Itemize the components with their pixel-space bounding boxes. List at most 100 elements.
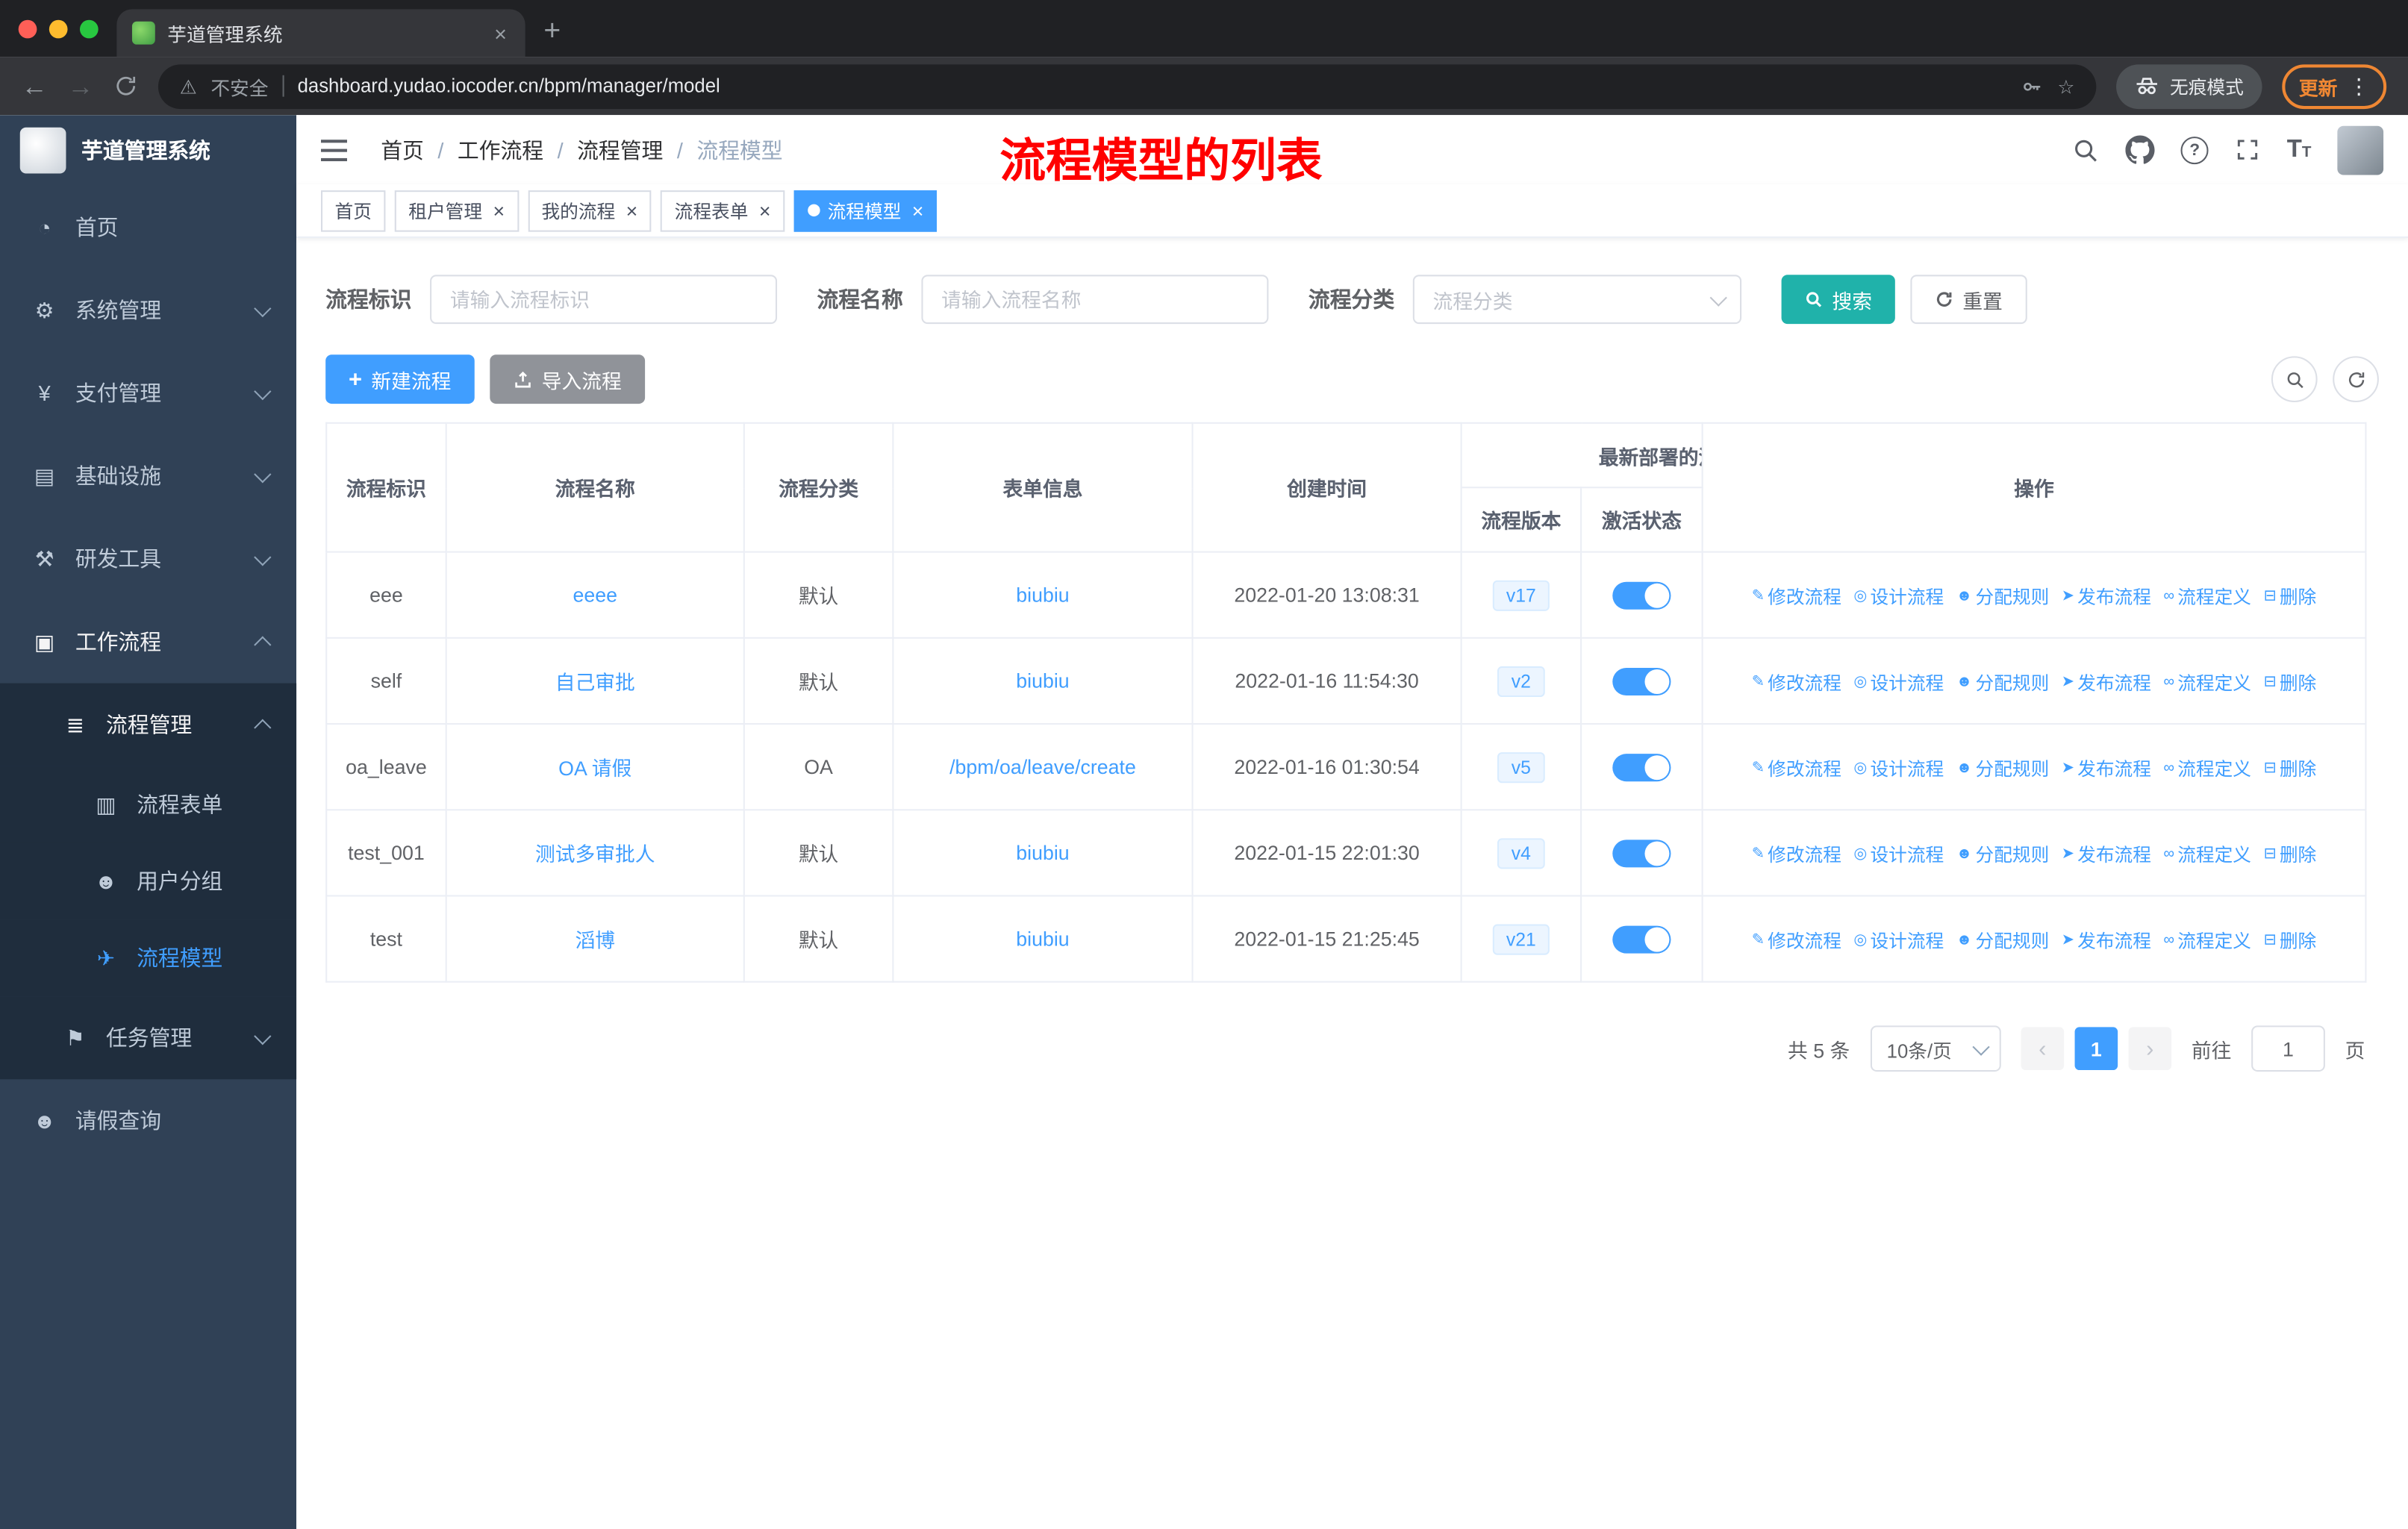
sidebar-item-system[interactable]: ⚙ 系统管理 [0,269,296,351]
sidebar-item-process-mgmt[interactable]: ≣ 流程管理 [0,683,297,766]
view-tag[interactable]: 流程模型 × [793,190,938,231]
zoom-window-button[interactable] [79,19,99,39]
tag-close-icon[interactable]: × [626,200,638,220]
breadcrumb-workflow[interactable]: 工作流程 [458,134,543,165]
filter-id-input[interactable] [430,275,778,325]
form-link[interactable]: biubiu [1016,584,1069,607]
action-modify-link[interactable]: ✎ 修改流程 [1752,754,1841,781]
sidebar-item-user-group[interactable]: ☻ 用户分组 [0,842,297,920]
browser-update-button[interactable]: 更新 ⋮ [2282,63,2387,109]
search-button[interactable]: 搜索 [1781,275,1895,325]
import-process-button[interactable]: 导入流程 [489,354,645,404]
window-controls[interactable] [18,19,99,39]
form-link[interactable]: /bpm/oa/leave/create [949,755,1136,778]
browser-menu-icon[interactable]: ⋮ [2348,73,2370,99]
sidebar-item-infrastructure[interactable]: ▤ 基础设施 [0,434,296,517]
action-design-link[interactable]: ◎ 设计流程 [1853,927,1944,953]
form-link[interactable]: biubiu [1016,841,1069,864]
action-design-link[interactable]: ◎ 设计流程 [1853,754,1944,781]
action-publish-link[interactable]: ➤ 发布流程 [2062,840,2151,866]
sidebar-item-task-mgmt[interactable]: ⚑ 任务管理 [0,996,297,1080]
tag-close-icon[interactable]: × [493,200,505,220]
action-design-link[interactable]: ◎ 设计流程 [1853,583,1944,609]
action-definition-link[interactable]: ∞ 流程定义 [2163,927,2251,953]
help-icon[interactable]: ? [2180,136,2209,164]
action-assign-link[interactable]: ☻ 分配规则 [1956,669,2050,695]
address-bar[interactable]: ⚠ 不安全 dashboard.yudao.iocoder.cn/bpm/man… [157,63,2097,109]
action-modify-link[interactable]: ✎ 修改流程 [1752,927,1841,953]
process-name-link[interactable]: 滔博 [575,929,615,952]
view-tag[interactable]: 租户管理 × [394,190,519,231]
sidebar-item-payment[interactable]: ¥ 支付管理 [0,351,296,434]
active-toggle[interactable] [1612,666,1671,695]
action-modify-link[interactable]: ✎ 修改流程 [1752,583,1841,609]
sidebar-item-leave-query[interactable]: ☻ 请假查询 [0,1079,296,1162]
goto-page-input[interactable] [2251,1025,2325,1072]
action-assign-link[interactable]: ☻ 分配规则 [1956,583,2050,609]
url-text[interactable]: dashboard.yudao.iocoder.cn/bpm/manager/m… [298,75,2007,97]
action-definition-link[interactable]: ∞ 流程定义 [2163,583,2251,609]
action-delete-link[interactable]: ⊟ 删除 [2263,583,2316,609]
action-modify-link[interactable]: ✎ 修改流程 [1752,669,1841,695]
new-tab-button[interactable]: + [543,16,561,49]
process-name-link[interactable]: 自己审批 [555,671,635,694]
form-link[interactable]: biubiu [1016,928,1069,951]
action-assign-link[interactable]: ☻ 分配规则 [1956,840,2050,866]
form-link[interactable]: biubiu [1016,669,1069,692]
create-process-button[interactable]: + 新建流程 [325,354,475,404]
view-tag[interactable]: 我的流程 × [527,190,652,231]
view-tag[interactable]: 流程表单 × [661,190,785,231]
process-name-link[interactable]: eeee [573,584,617,607]
minimize-window-button[interactable] [49,19,68,39]
fullscreen-icon[interactable] [2235,137,2261,163]
active-toggle[interactable] [1612,839,1671,867]
back-button[interactable]: ← [22,73,48,99]
filter-category-select[interactable]: 流程分类 [1412,275,1742,325]
search-icon[interactable] [2072,136,2100,163]
sidebar-item-process-model[interactable]: ✈ 流程模型 [0,919,297,997]
tab-close-icon[interactable]: × [491,21,510,46]
sidebar-item-devtools[interactable]: ⚒ 研发工具 [0,517,296,600]
active-toggle[interactable] [1612,581,1671,609]
font-size-icon[interactable]: TT [2287,137,2312,162]
next-page-button[interactable]: › [2128,1027,2172,1071]
view-tag[interactable]: 首页 [320,190,386,231]
sidebar-item-home[interactable]: ◔ 首页 [0,186,296,269]
sidebar-item-workflow[interactable]: ▣ 工作流程 [0,600,296,683]
action-definition-link[interactable]: ∞ 流程定义 [2163,840,2251,866]
breadcrumb-process-mgmt[interactable]: 流程管理 [577,134,663,165]
page-size-select[interactable]: 10条/页 [1870,1025,2001,1072]
active-toggle[interactable] [1612,925,1671,953]
process-name-link[interactable]: OA 请假 [558,757,631,780]
action-assign-link[interactable]: ☻ 分配规则 [1956,927,2050,953]
sidebar-item-process-form[interactable]: ▥ 流程表单 [0,766,297,843]
action-publish-link[interactable]: ➤ 发布流程 [2062,754,2151,781]
tag-close-icon[interactable]: × [759,200,771,220]
action-delete-link[interactable]: ⊟ 删除 [2263,927,2316,953]
process-name-link[interactable]: 测试多审批人 [535,843,655,866]
action-design-link[interactable]: ◎ 设计流程 [1853,840,1944,866]
action-design-link[interactable]: ◎ 设计流程 [1853,669,1944,695]
page-1-button[interactable]: 1 [2074,1027,2118,1071]
close-window-button[interactable] [18,19,37,39]
action-publish-link[interactable]: ➤ 发布流程 [2062,927,2151,953]
reset-button[interactable]: 重置 [1910,275,2027,325]
action-definition-link[interactable]: ∞ 流程定义 [2163,669,2251,695]
key-icon[interactable] [2021,75,2044,98]
bookmark-star-icon[interactable]: ☆ [2057,75,2074,98]
tag-close-icon[interactable]: × [912,200,924,220]
reload-button[interactable] [113,74,138,99]
action-delete-link[interactable]: ⊟ 删除 [2263,754,2316,781]
toggle-search-button[interactable] [2271,356,2318,403]
action-delete-link[interactable]: ⊟ 删除 [2263,840,2316,866]
forward-button[interactable]: → [68,73,94,99]
action-publish-link[interactable]: ➤ 发布流程 [2062,669,2151,695]
github-icon[interactable] [2125,135,2155,164]
browser-tab[interactable]: 芋道管理系统 × [116,9,525,57]
action-modify-link[interactable]: ✎ 修改流程 [1752,840,1841,866]
refresh-table-button[interactable] [2333,356,2379,403]
action-definition-link[interactable]: ∞ 流程定义 [2163,754,2251,781]
action-assign-link[interactable]: ☻ 分配规则 [1956,754,2050,781]
action-delete-link[interactable]: ⊟ 删除 [2263,669,2316,695]
filter-name-input[interactable] [921,275,1269,325]
